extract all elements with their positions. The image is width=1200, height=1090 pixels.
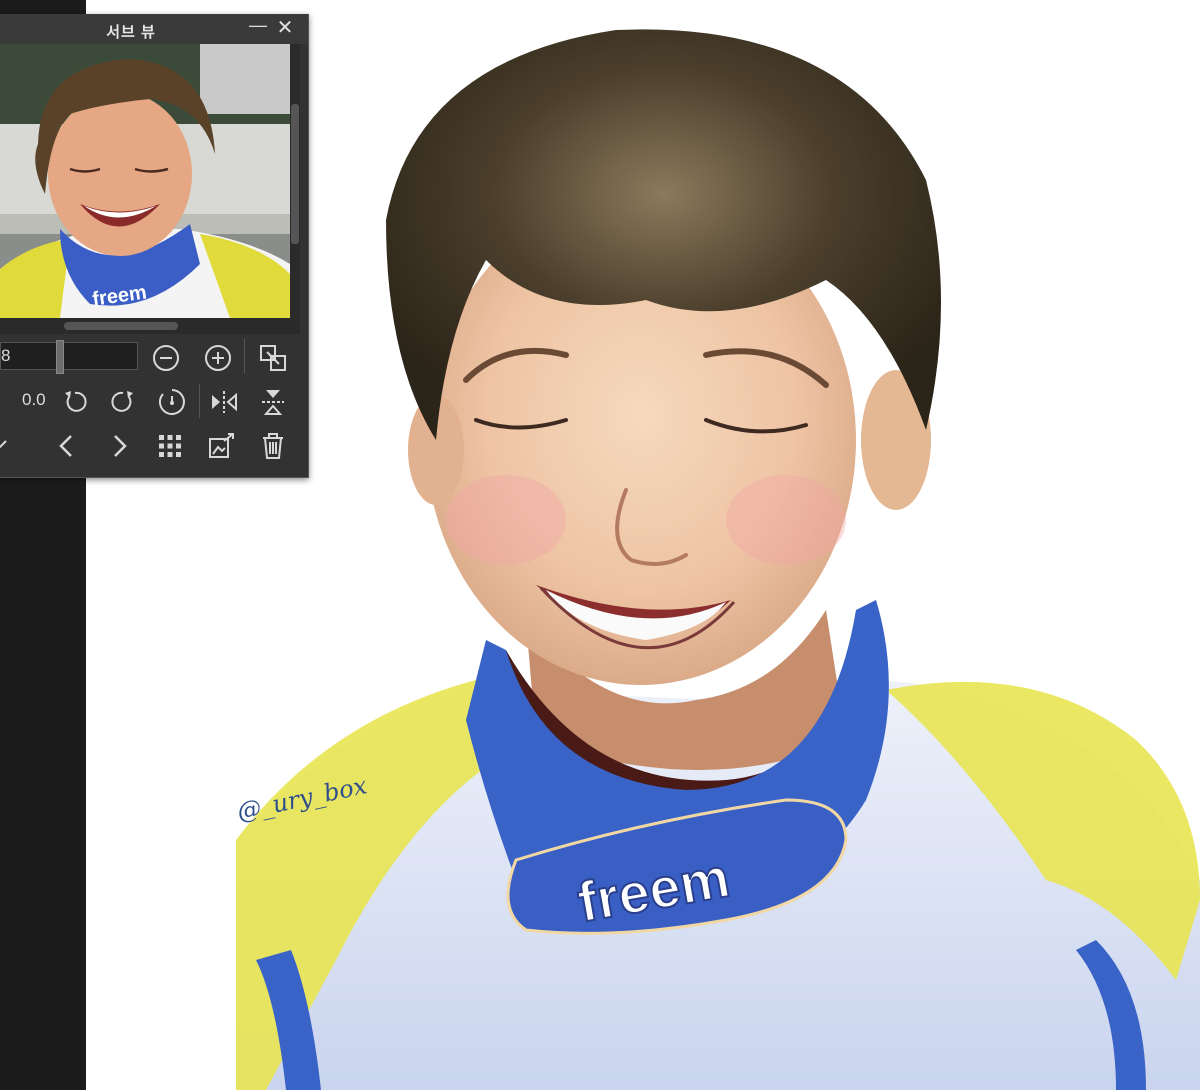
- reset-rotation-button[interactable]: [157, 387, 187, 417]
- flip-vertical-icon: [262, 390, 284, 415]
- import-icon: [209, 433, 234, 458]
- rotate-left-icon: [65, 391, 87, 412]
- flip-horizontal-icon: [212, 391, 237, 413]
- preview-horizontal-scrollbar[interactable]: [0, 318, 290, 334]
- import-image-button[interactable]: [207, 431, 237, 461]
- eyedropper-button[interactable]: [0, 431, 16, 461]
- sub-view-title: 서브 뷰: [106, 24, 156, 41]
- zoom-in-button[interactable]: [203, 343, 233, 373]
- close-button[interactable]: ✕: [274, 16, 296, 40]
- image-list-button[interactable]: [155, 431, 185, 461]
- next-image-button[interactable]: [104, 431, 134, 461]
- rotate-right-icon: [111, 391, 133, 412]
- rotate-right-button[interactable]: [108, 387, 138, 417]
- previous-image-button[interactable]: [52, 431, 82, 461]
- grid-icon: [159, 435, 181, 457]
- rotate-left-button[interactable]: [60, 387, 90, 417]
- zoom-slider[interactable]: 8: [0, 340, 138, 374]
- zoom-in-icon: [205, 345, 231, 371]
- flip-horizontal-button[interactable]: [209, 387, 239, 417]
- reference-preview[interactable]: freem: [0, 44, 290, 318]
- trash-icon: [263, 433, 283, 459]
- zoom-value: 8: [1, 346, 11, 365]
- sub-view-panel[interactable]: 서브 뷰 — ✕ freem 8 0.0: [0, 14, 309, 478]
- zoom-slider-handle[interactable]: [56, 340, 64, 374]
- flip-vertical-button[interactable]: [258, 387, 288, 417]
- fit-to-view-button[interactable]: [258, 343, 288, 373]
- rotation-angle-value: 0.0: [22, 390, 46, 409]
- previous-icon: [59, 435, 72, 457]
- minimize-button[interactable]: —: [248, 16, 268, 40]
- fit-icon: [260, 345, 286, 371]
- preview-vertical-scrollbar[interactable]: [290, 44, 300, 334]
- delete-image-button[interactable]: [258, 431, 288, 461]
- eyedropper-icon: [0, 440, 7, 449]
- sub-view-titlebar[interactable]: 서브 뷰 — ✕: [0, 14, 308, 44]
- zoom-out-button[interactable]: [151, 343, 181, 373]
- zoom-out-icon: [153, 345, 179, 371]
- reset-rotation-icon: [158, 389, 185, 415]
- next-icon: [114, 435, 127, 457]
- reference-photo: freem: [0, 44, 290, 318]
